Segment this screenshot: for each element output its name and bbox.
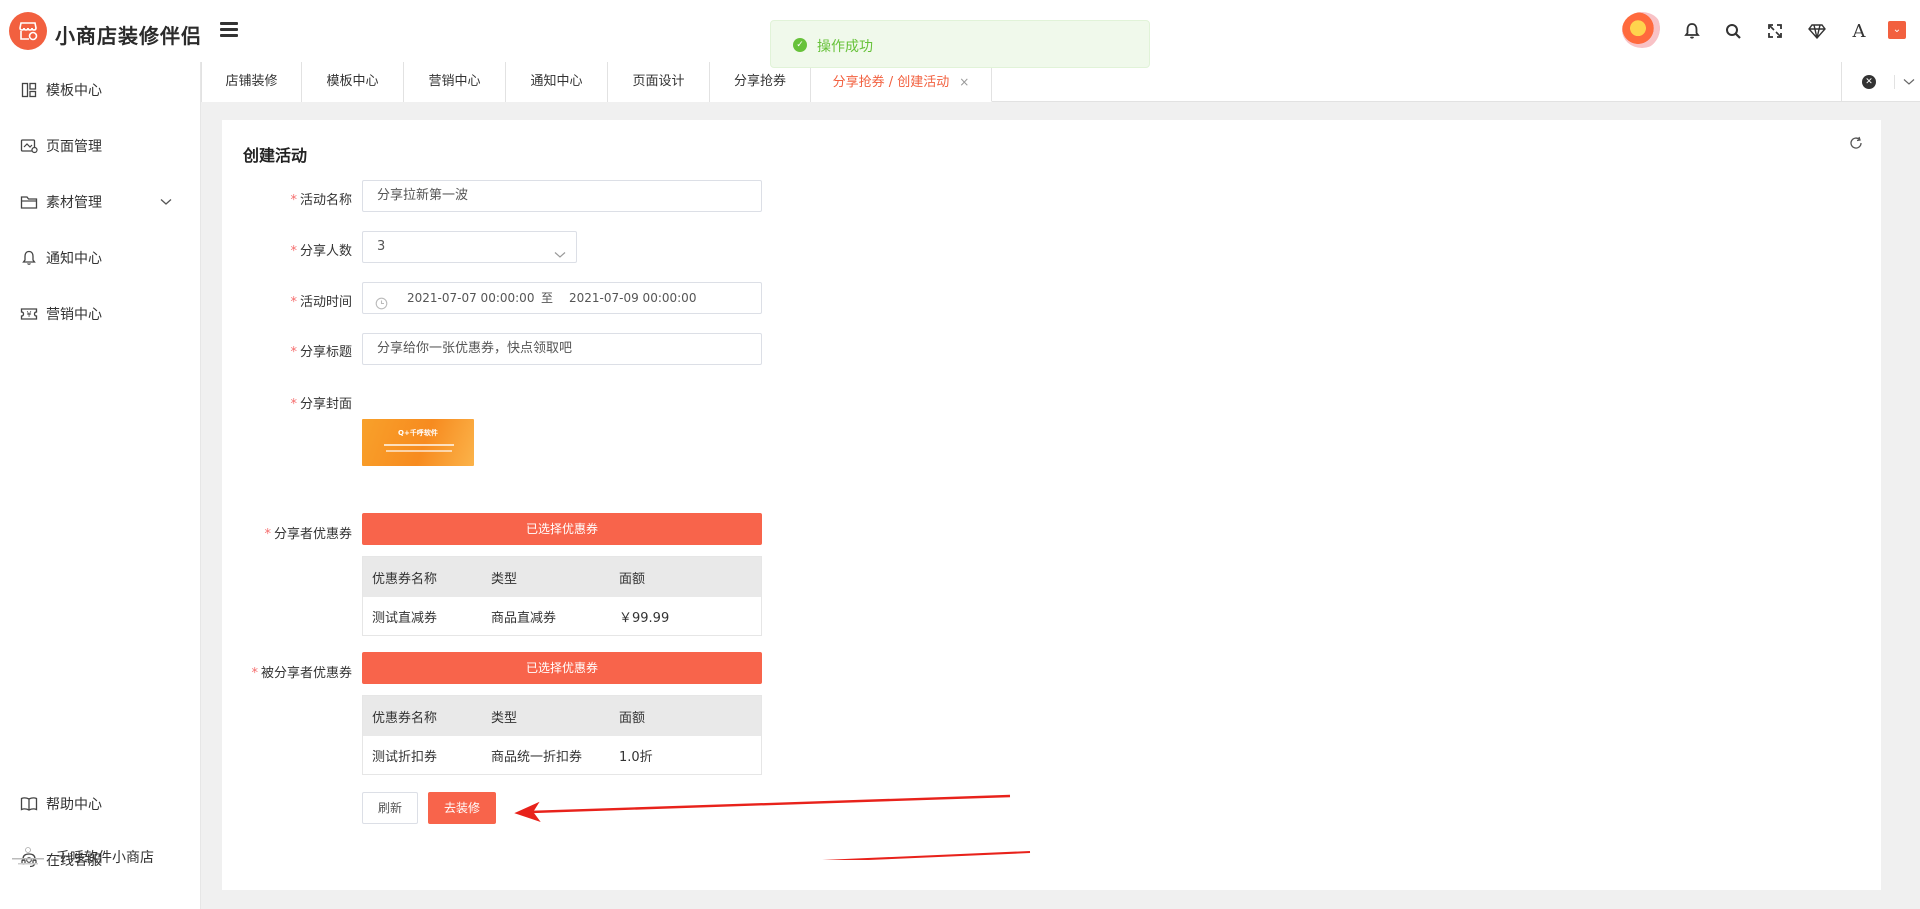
table-cell: 商品直减券 bbox=[491, 610, 557, 626]
column-header: 优惠券名称 bbox=[372, 710, 438, 726]
sidebar-item-templates[interactable]: 模板中心 bbox=[0, 62, 200, 118]
sidebar-item-pages[interactable]: 页面管理 bbox=[0, 118, 200, 174]
tab-controls: ✕ bbox=[1841, 62, 1920, 102]
page-title: 创建活动 bbox=[243, 146, 308, 165]
search-icon[interactable] bbox=[1722, 20, 1744, 42]
font-icon[interactable]: A bbox=[1848, 20, 1870, 42]
sidebar-item-label: 营销中心 bbox=[46, 307, 102, 323]
sidebar-item-label: 素材管理 bbox=[46, 195, 102, 211]
table-cell: 测试直减券 bbox=[372, 610, 438, 626]
shop-footer[interactable]: 千呼软件小商店 bbox=[10, 842, 154, 872]
app-title: 小商店装修伴侣 bbox=[55, 24, 202, 48]
sidebar-item-label: 通知中心 bbox=[46, 251, 102, 267]
shop-name: 千呼软件小商店 bbox=[56, 850, 154, 866]
share-cover-label: * 分享封面 bbox=[290, 397, 352, 412]
date-separator: 至 bbox=[541, 291, 554, 305]
activity-time-label: * 活动时间 bbox=[290, 295, 352, 310]
table-header: 优惠券名称 类型 面额 bbox=[363, 557, 761, 597]
end-date[interactable]: 2021-07-09 00:00:00 bbox=[569, 283, 696, 313]
close-tab-icon[interactable]: × bbox=[959, 75, 969, 89]
share-count-value: 3 bbox=[377, 239, 386, 254]
bell-icon bbox=[20, 249, 38, 267]
form-card: 创建活动 * 活动名称 分享拉新第一波 * 分享人数 3 * 活动时间 2021-07… bbox=[222, 120, 1881, 890]
sidebar-item-label: 页面管理 bbox=[46, 139, 102, 155]
table-cell: 商品统一折扣券 bbox=[491, 749, 583, 765]
chevron-down-icon bbox=[554, 241, 566, 271]
share-count-label: * 分享人数 bbox=[290, 244, 352, 259]
share-count-select[interactable]: 3 bbox=[362, 231, 577, 263]
sidebar-item-help[interactable]: 帮助中心 bbox=[0, 776, 200, 832]
cover-brand: Q+千呼软件 bbox=[398, 429, 438, 437]
diamond-icon[interactable] bbox=[1806, 20, 1828, 42]
tab-bar: 店铺装修 模板中心 营销中心 通知中心 页面设计 分享抢券 分享抢券 / 创建活… bbox=[201, 62, 1920, 102]
svg-text:¥: ¥ bbox=[26, 310, 31, 319]
tab-create-activity[interactable]: 分享抢券 / 创建活动 × bbox=[811, 62, 992, 102]
table-cell: ￥99.99 bbox=[619, 610, 670, 626]
toast-message: 操作成功 bbox=[817, 39, 873, 55]
user-avatar-icon[interactable] bbox=[1622, 12, 1662, 48]
sidebar-item-label: 模板中心 bbox=[46, 83, 102, 99]
table-cell: 1.0折 bbox=[619, 749, 653, 765]
user-menu-icon[interactable]: ⌄ bbox=[1888, 21, 1906, 39]
clock-icon bbox=[375, 291, 388, 321]
table-header: 优惠券名称 类型 面额 bbox=[363, 696, 761, 736]
menu-toggle-icon[interactable] bbox=[220, 22, 238, 38]
activity-name-label: * 活动名称 bbox=[290, 193, 352, 208]
table-row: 测试直减券 商品直减券 ￥99.99 bbox=[363, 597, 761, 635]
sharer-coupon-label: * 分享者优惠券 bbox=[264, 527, 352, 542]
table-cell: 测试折扣券 bbox=[372, 749, 438, 765]
page-icon bbox=[20, 137, 38, 155]
check-circle-icon: ✓ bbox=[793, 38, 807, 52]
book-icon bbox=[20, 795, 38, 813]
tab-store-decoration[interactable]: 店铺装修 bbox=[201, 62, 302, 102]
shop-logo bbox=[10, 842, 46, 872]
sharee-coupon-button[interactable]: 已选择优惠券 bbox=[362, 652, 762, 684]
close-all-tabs-icon[interactable]: ✕ bbox=[1862, 75, 1876, 89]
folder-icon bbox=[20, 193, 38, 211]
tab-notifications[interactable]: 通知中心 bbox=[506, 62, 608, 102]
main-area: 店铺装修 模板中心 营销中心 通知中心 页面设计 分享抢券 分享抢券 / 创建活… bbox=[200, 62, 1920, 909]
column-header: 类型 bbox=[491, 710, 518, 726]
success-toast: ✓ 操作成功 bbox=[770, 20, 1150, 68]
fullscreen-icon[interactable] bbox=[1764, 20, 1786, 42]
sharer-coupon-table: 优惠券名称 类型 面额 测试直减券 商品直减券 ￥99.99 bbox=[362, 556, 762, 636]
refresh-icon[interactable] bbox=[1849, 136, 1863, 154]
sharee-coupon-label: * 被分享者优惠券 bbox=[251, 666, 352, 681]
layout-icon bbox=[20, 81, 38, 99]
start-date[interactable]: 2021-07-07 00:00:00 bbox=[407, 283, 534, 313]
activity-name-input[interactable]: 分享拉新第一波 bbox=[362, 180, 762, 212]
sidebar-item-label: 帮助中心 bbox=[46, 797, 102, 813]
tab-templates[interactable]: 模板中心 bbox=[302, 62, 404, 102]
go-decorate-button[interactable]: 去装修 bbox=[428, 792, 496, 824]
tab-page-design[interactable]: 页面设计 bbox=[608, 62, 710, 102]
share-cover-image[interactable]: Q+千呼软件 bbox=[362, 419, 474, 466]
share-title-label: * 分享标题 bbox=[290, 345, 352, 360]
tab-label: 分享抢券 / 创建活动 bbox=[832, 75, 950, 90]
refresh-button[interactable]: 刷新 bbox=[362, 792, 418, 824]
tab-share-coupon[interactable]: 分享抢券 bbox=[710, 62, 811, 102]
top-header: 小商店装修伴侣 ✓ 操作成功 A ⌄ bbox=[0, 0, 1920, 68]
column-header: 类型 bbox=[491, 571, 518, 587]
chevron-down-icon[interactable] bbox=[1894, 75, 1915, 89]
column-header: 面额 bbox=[619, 571, 646, 587]
bell-icon[interactable] bbox=[1681, 20, 1703, 42]
sharee-coupon-table: 优惠券名称 类型 面额 测试折扣券 商品统一折扣券 1.0折 bbox=[362, 695, 762, 775]
store-icon bbox=[19, 22, 38, 41]
column-header: 面额 bbox=[619, 710, 646, 726]
table-row: 测试折扣券 商品统一折扣券 1.0折 bbox=[363, 736, 761, 774]
tab-marketing[interactable]: 营销中心 bbox=[404, 62, 506, 102]
activity-time-range[interactable]: 2021-07-07 00:00:00 至 2021-07-09 00:00:0… bbox=[362, 282, 762, 314]
column-header: 优惠券名称 bbox=[372, 571, 438, 587]
ticket-icon: ¥ bbox=[20, 305, 38, 323]
app-logo[interactable] bbox=[9, 12, 47, 50]
sharer-coupon-button[interactable]: 已选择优惠券 bbox=[362, 513, 762, 545]
share-title-input[interactable]: 分享给你一张优惠券，快点领取吧 bbox=[362, 333, 762, 365]
